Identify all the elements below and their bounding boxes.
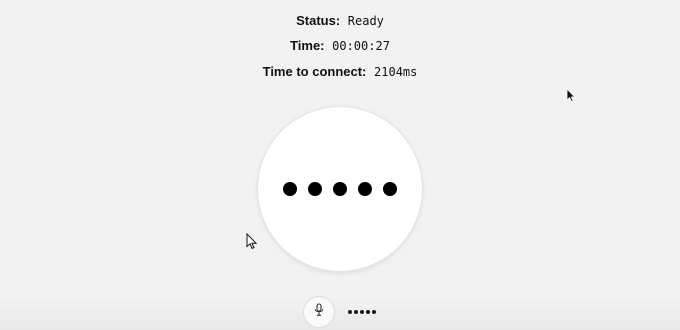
orb-dot	[308, 182, 322, 196]
orb-dot	[333, 182, 347, 196]
orb-dot	[283, 182, 297, 196]
status-value: Ready	[347, 14, 384, 28]
status-label: Status:	[296, 13, 341, 28]
connect-time-label: Time to connect:	[262, 64, 367, 79]
mouse-pointer-icon	[246, 232, 258, 255]
time-value: 00:00:27	[332, 39, 390, 53]
mouse-pointer-icon	[566, 88, 576, 108]
indicator-dot	[348, 310, 352, 314]
microphone-button[interactable]	[304, 297, 334, 327]
indicator-dot	[360, 310, 364, 314]
indicator-dot	[372, 310, 376, 314]
microphone-icon	[313, 302, 325, 322]
connect-time-row: Time to connect: 2104ms	[0, 64, 680, 80]
indicator-dot	[366, 310, 370, 314]
orb-loading-dots	[283, 182, 397, 196]
bottom-control-bar	[0, 296, 680, 330]
indicator-dot	[354, 310, 358, 314]
orb-dot	[358, 182, 372, 196]
time-row: Time: 00:00:27	[0, 38, 680, 54]
time-label: Time:	[290, 38, 325, 53]
status-row: Status: Ready	[0, 13, 680, 29]
voice-call-orb[interactable]	[258, 107, 422, 271]
connect-time-value: 2104ms	[374, 65, 418, 79]
audio-activity-indicator	[348, 310, 376, 314]
orb-dot	[383, 182, 397, 196]
